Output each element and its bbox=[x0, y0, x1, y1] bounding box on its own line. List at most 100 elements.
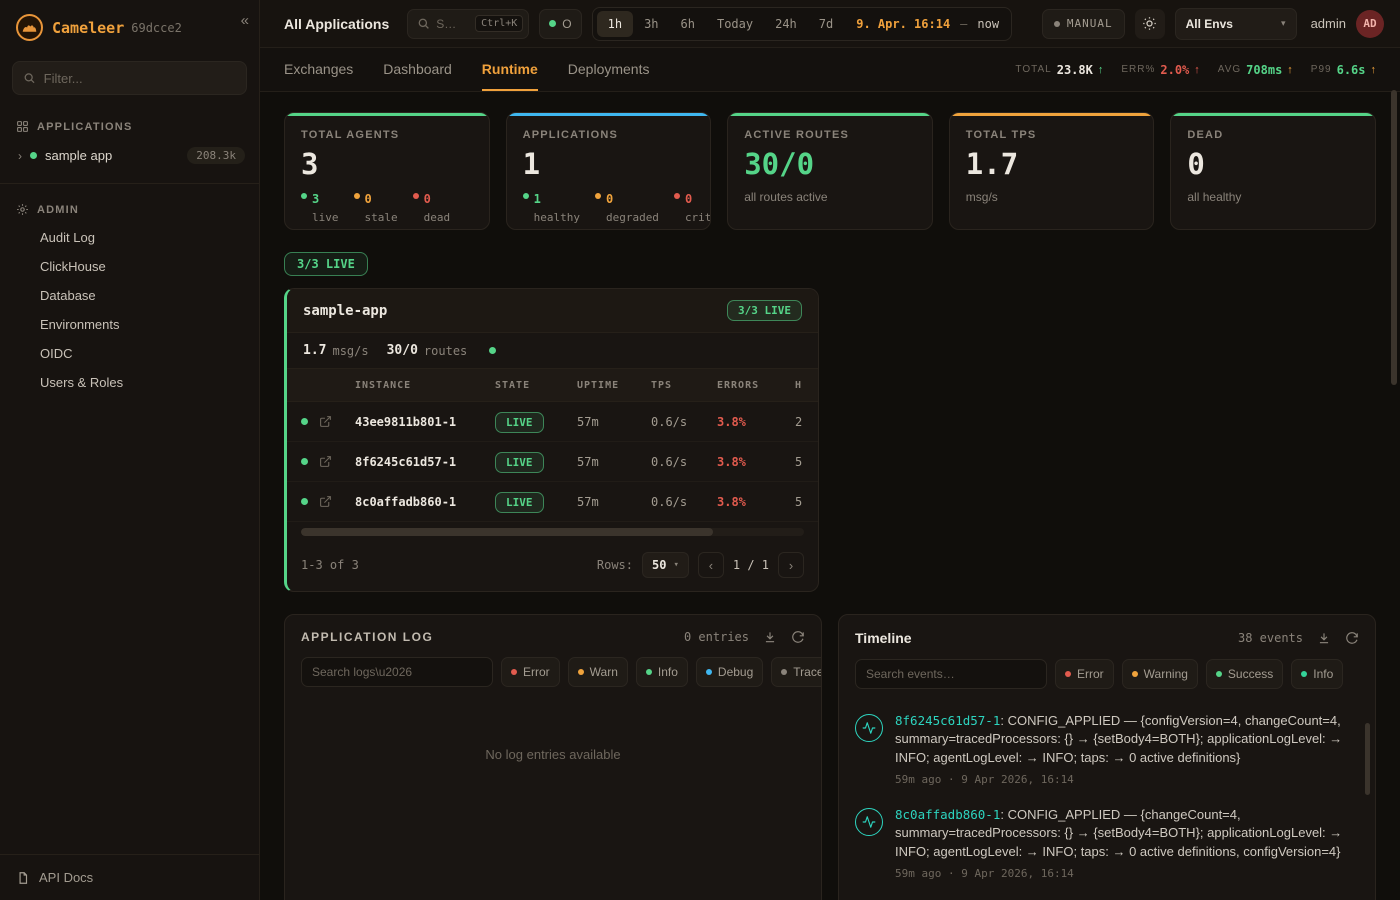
time-range-6h[interactable]: 6h bbox=[670, 11, 706, 37]
theme-toggle-button[interactable] bbox=[1135, 9, 1165, 39]
external-link-icon[interactable] bbox=[319, 415, 355, 428]
avatar[interactable]: AD bbox=[1356, 10, 1384, 38]
tab-dashboard[interactable]: Dashboard bbox=[383, 48, 452, 91]
download-icon bbox=[1317, 631, 1331, 645]
timeline-scrollbar bbox=[1365, 723, 1370, 900]
card-accent-bar bbox=[507, 113, 711, 116]
row-range: 1-3 of 3 bbox=[301, 558, 359, 572]
arrow-up-icon: ↑ bbox=[1098, 64, 1104, 76]
filter-input[interactable] bbox=[44, 71, 236, 86]
timeline-title: Timeline bbox=[855, 630, 912, 646]
summary-stats: TOTAL 23.8K ↑ ERR% 2.0% ↑ AVG 708ms ↑ P9… bbox=[1015, 48, 1376, 91]
time-range-1h[interactable]: 1h bbox=[597, 11, 633, 37]
download-button[interactable] bbox=[763, 630, 777, 644]
sidebar-item-sample-app[interactable]: › sample app 208.3k bbox=[0, 140, 259, 171]
filter-error[interactable]: Error bbox=[1055, 659, 1114, 689]
app-card-title: sample-app bbox=[303, 303, 387, 319]
horizontal-scrollbar-thumb[interactable] bbox=[301, 528, 713, 536]
app-version: 69dcce2 bbox=[131, 21, 182, 35]
filter-info[interactable]: Info bbox=[1291, 659, 1343, 689]
filter-warning[interactable]: Warning bbox=[1122, 659, 1198, 689]
chevron-right-icon: › bbox=[18, 149, 22, 163]
filter-debug[interactable]: Debug bbox=[696, 657, 763, 687]
app-count-badge: 208.3k bbox=[187, 147, 245, 164]
tab-exchanges[interactable]: Exchanges bbox=[284, 48, 353, 91]
sidebar-item-oidc[interactable]: OIDC bbox=[0, 339, 259, 368]
filter-success[interactable]: Success bbox=[1206, 659, 1283, 689]
refresh-button[interactable] bbox=[791, 630, 805, 644]
time-range-24h[interactable]: 24h bbox=[764, 11, 808, 37]
event-timestamp: 59m ago · 9 Apr 2026, 16:14 bbox=[895, 866, 1353, 882]
bottom-panels: APPLICATION LOG 0 entries Error Warn Inf… bbox=[284, 614, 1376, 900]
api-docs-link[interactable]: API Docs bbox=[0, 854, 259, 900]
status-dot bbox=[1132, 671, 1138, 677]
search-icon bbox=[23, 71, 36, 85]
agents-dead: 0dead bbox=[413, 190, 451, 226]
gear-icon bbox=[16, 203, 29, 216]
event-message: 8f6245c61d57-1: CONFIG_APPLIED — {config… bbox=[895, 712, 1353, 788]
rows-per-page-select[interactable]: 50 ▾ bbox=[642, 552, 689, 578]
status-dot bbox=[523, 193, 529, 199]
time-range-now[interactable]: now bbox=[977, 17, 999, 31]
manual-status-dot bbox=[1054, 21, 1060, 27]
filter-error[interactable]: Error bbox=[501, 657, 560, 687]
state-badge: LIVE bbox=[495, 452, 544, 473]
applications-section-header: APPLICATIONS bbox=[0, 113, 259, 140]
sidebar-item-clickhouse[interactable]: ClickHouse bbox=[0, 252, 259, 281]
sidebar-item-users-roles[interactable]: Users & Roles bbox=[0, 368, 259, 397]
time-range-today[interactable]: Today bbox=[706, 11, 764, 37]
tab-deployments[interactable]: Deployments bbox=[568, 48, 650, 91]
refresh-icon bbox=[1345, 631, 1359, 645]
apps-critical: 0critical bbox=[674, 190, 711, 226]
status-dot bbox=[781, 669, 787, 675]
chevron-down-icon: ▾ bbox=[1281, 18, 1286, 29]
state-badge: LIVE bbox=[495, 492, 544, 513]
time-range-7d[interactable]: 7d bbox=[808, 11, 844, 37]
sidebar-item-database[interactable]: Database bbox=[0, 281, 259, 310]
log-search-input[interactable] bbox=[301, 657, 493, 687]
next-page-button[interactable]: › bbox=[778, 552, 804, 578]
filter-info[interactable]: Info bbox=[636, 657, 688, 687]
prev-page-button[interactable]: ‹ bbox=[698, 552, 724, 578]
online-toggle[interactable]: O bbox=[539, 9, 581, 39]
filter-warn[interactable]: Warn bbox=[568, 657, 628, 687]
timeline-search-input[interactable] bbox=[855, 659, 1047, 689]
tab-runtime[interactable]: Runtime bbox=[482, 48, 538, 91]
sidebar-collapse-button[interactable]: « bbox=[241, 12, 249, 29]
sidebar-item-environments[interactable]: Environments bbox=[0, 310, 259, 339]
status-dot bbox=[301, 458, 308, 465]
application-log-title: APPLICATION LOG bbox=[301, 630, 433, 644]
status-dot bbox=[354, 193, 360, 199]
status-dot bbox=[413, 193, 419, 199]
status-dot bbox=[578, 669, 584, 675]
timeline-scrollbar-thumb[interactable] bbox=[1365, 723, 1370, 795]
timeline-events-list: 8f6245c61d57-1: CONFIG_APPLIED — {config… bbox=[839, 701, 1375, 900]
activity-icon bbox=[855, 714, 883, 742]
sidebar: Cameleer 69dcce2 « APPLICATIONS › sample… bbox=[0, 0, 260, 900]
log-empty-state: No log entries available bbox=[285, 699, 821, 762]
main-area: All Applications S… Ctrl+K O 1h 3h 6h To… bbox=[260, 0, 1400, 900]
stat-err-pct: ERR% 2.0% ↑ bbox=[1121, 63, 1199, 77]
sidebar-filter[interactable] bbox=[12, 61, 247, 95]
status-dot bbox=[301, 498, 308, 505]
status-dot bbox=[1216, 671, 1222, 677]
download-button[interactable] bbox=[1317, 631, 1331, 645]
time-range-3h[interactable]: 3h bbox=[633, 11, 669, 37]
manual-refresh-button[interactable]: MANUAL bbox=[1042, 9, 1125, 39]
page-indicator: 1 / 1 bbox=[733, 558, 769, 572]
stat-cards-row: TOTAL AGENTS 3 3live 0stale 0dead APPLIC… bbox=[284, 112, 1376, 230]
external-link-icon[interactable] bbox=[319, 455, 355, 468]
timeline-panel: Timeline 38 events Error Warning Success… bbox=[838, 614, 1376, 900]
page-scrollbar-thumb[interactable] bbox=[1391, 90, 1397, 385]
applications-icon bbox=[16, 120, 29, 133]
tabbar: Exchanges Dashboard Runtime Deployments … bbox=[260, 48, 1400, 92]
chevron-down-icon: ▾ bbox=[673, 560, 678, 570]
sidebar-item-audit-log[interactable]: Audit Log bbox=[0, 223, 259, 252]
status-dot bbox=[706, 669, 712, 675]
global-search[interactable]: S… Ctrl+K bbox=[407, 9, 529, 39]
apps-degraded: 0degraded bbox=[595, 190, 659, 226]
refresh-button[interactable] bbox=[1345, 631, 1359, 645]
filter-trace[interactable]: Trace bbox=[771, 657, 822, 687]
external-link-icon[interactable] bbox=[319, 495, 355, 508]
env-select[interactable]: All Envs ▾ bbox=[1175, 8, 1297, 40]
